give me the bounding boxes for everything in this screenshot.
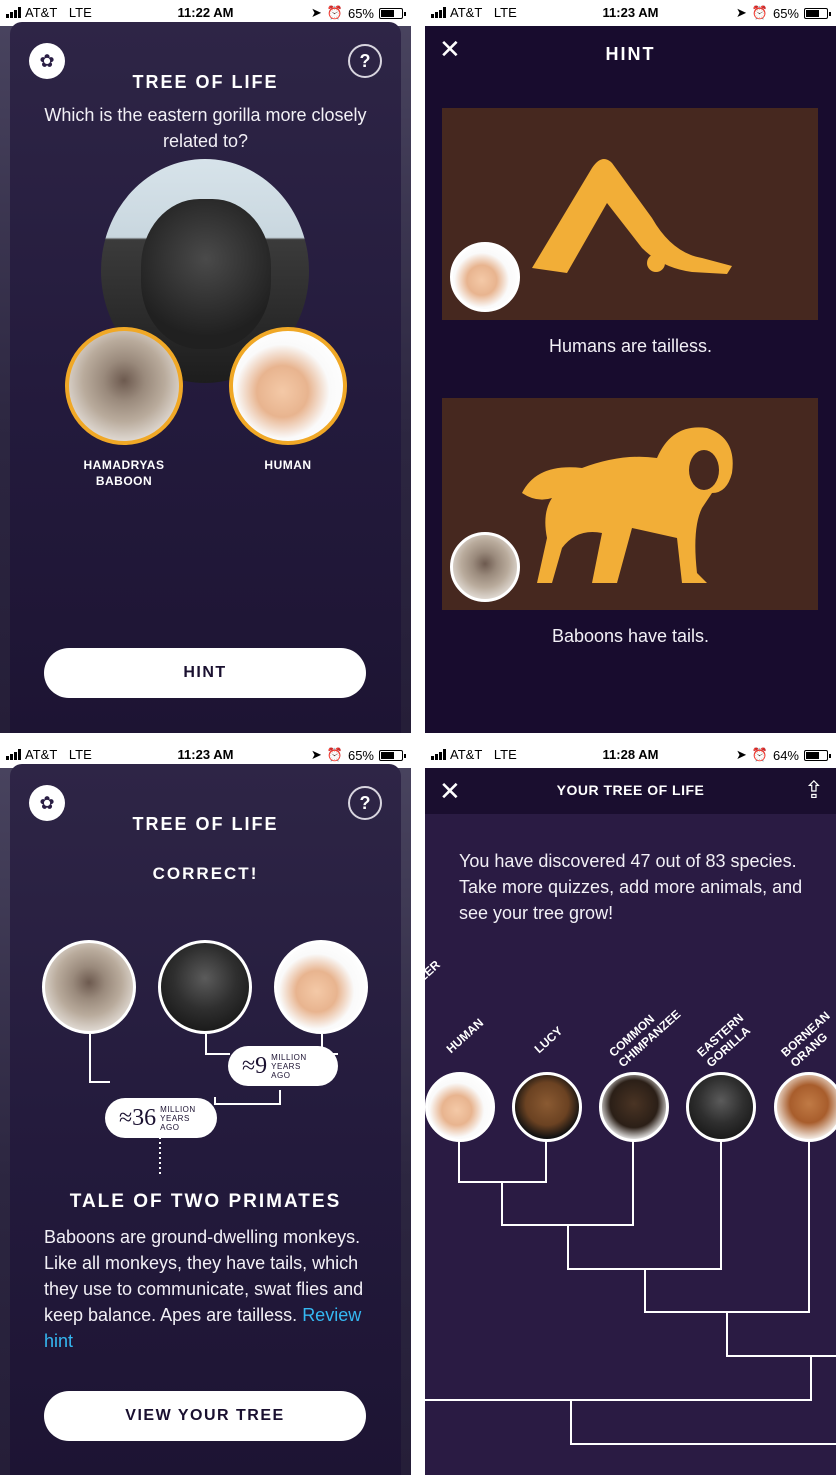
human-thumb	[450, 242, 520, 312]
hint-screen: AT&T LTE 11:23 AM ➤ ⏰ 65% ✕ HINT Humans a…	[425, 0, 836, 733]
hint-caption-baboon: Baboons have tails.	[551, 626, 710, 646]
location-icon: ➤	[735, 5, 747, 20]
species-photo-lucy[interactable]	[512, 1072, 582, 1142]
view-tree-button[interactable]: VIEW YOUR TREE	[44, 1391, 366, 1441]
human-silhouette-panel	[442, 108, 818, 320]
gorilla-photo	[158, 940, 252, 1034]
status-right: ➤ ⏰ 65%	[310, 747, 406, 763]
human-label: HUMAN	[264, 458, 312, 472]
age-unit: MILLION YEARS AGO	[271, 1052, 307, 1080]
baboon-photo	[42, 940, 136, 1034]
age-badge-9: ≈9 MILLION YEARS AGO	[228, 1046, 338, 1086]
section-title: TALE OF TWO PRIMATES	[69, 1191, 342, 1212]
baboon-thumb	[450, 532, 520, 602]
explanation-text: Baboons are ground-dwelling monkeys. Lik…	[44, 1224, 377, 1354]
battery-icon	[379, 7, 406, 19]
result-card: ✿ ? TREE OF LIFE CORRECT! ≈9 MILLION YEAR…	[10, 764, 401, 1475]
alarm-icon: ⏰	[326, 747, 343, 762]
baboon-label-line2: BABOON	[95, 474, 153, 488]
baboon-label: HAMADRYAS BABOON	[60, 457, 188, 489]
alarm-icon: ⏰	[326, 5, 343, 20]
battery-percent: 65%	[347, 747, 374, 763]
quiz-screen: AT&T LTE 11:22 AM ➤ ⏰ 65% ✿ ? TREE OF LIF…	[0, 0, 411, 733]
baboon-choice[interactable]	[65, 327, 183, 445]
hint-button[interactable]: HINT	[44, 648, 366, 698]
human-photo	[274, 940, 368, 1034]
quiz-card: ✿ ? TREE OF LIFE Which is the eastern go…	[10, 22, 401, 733]
baboon-label-line1: HAMADRYAS	[83, 458, 165, 472]
species-photo-gorilla[interactable]	[686, 1072, 756, 1142]
baboon-silhouette-panel	[442, 398, 818, 610]
status-bar: AT&T LTE 11:23 AM ➤ ⏰ 65%	[425, 0, 836, 26]
battery-icon	[804, 7, 831, 19]
hint-caption-human: Humans are tailless.	[548, 336, 713, 356]
location-icon: ➤	[310, 747, 322, 762]
battery-percent: 65%	[772, 5, 799, 21]
page-title: HINT	[605, 44, 656, 64]
tree-screen: AT&T LTE 11:28 AM ➤ ⏰ 64% ✕ YOUR TREE OF …	[425, 742, 836, 1475]
alarm-icon: ⏰	[751, 5, 768, 20]
human-choice[interactable]	[229, 327, 347, 445]
age-badge-36: ≈36 MILLION YEARS AGO	[105, 1098, 217, 1138]
species-photo-orangutan[interactable]	[774, 1072, 836, 1142]
species-photo-chimpanzee[interactable]	[599, 1072, 669, 1142]
page-title: TREE OF LIFE	[132, 72, 279, 92]
age-value: ≈36	[119, 1104, 157, 1131]
battery-percent: 65%	[347, 5, 374, 21]
status-right: ➤ ⏰ 65%	[310, 5, 406, 21]
species-photo-human[interactable]	[425, 1072, 495, 1142]
question-text: Which is the eastern gorilla more closel…	[44, 105, 367, 151]
battery-icon	[379, 749, 406, 761]
result-screen: AT&T LTE 11:23 AM ➤ ⏰ 65% ✿ ? TREE OF LIF…	[0, 742, 411, 1475]
status-right: ➤ ⏰ 65%	[735, 5, 831, 21]
age-value: ≈9	[242, 1052, 268, 1079]
location-icon: ➤	[310, 5, 322, 20]
age-unit: MILLION YEARS AGO	[160, 1104, 196, 1132]
